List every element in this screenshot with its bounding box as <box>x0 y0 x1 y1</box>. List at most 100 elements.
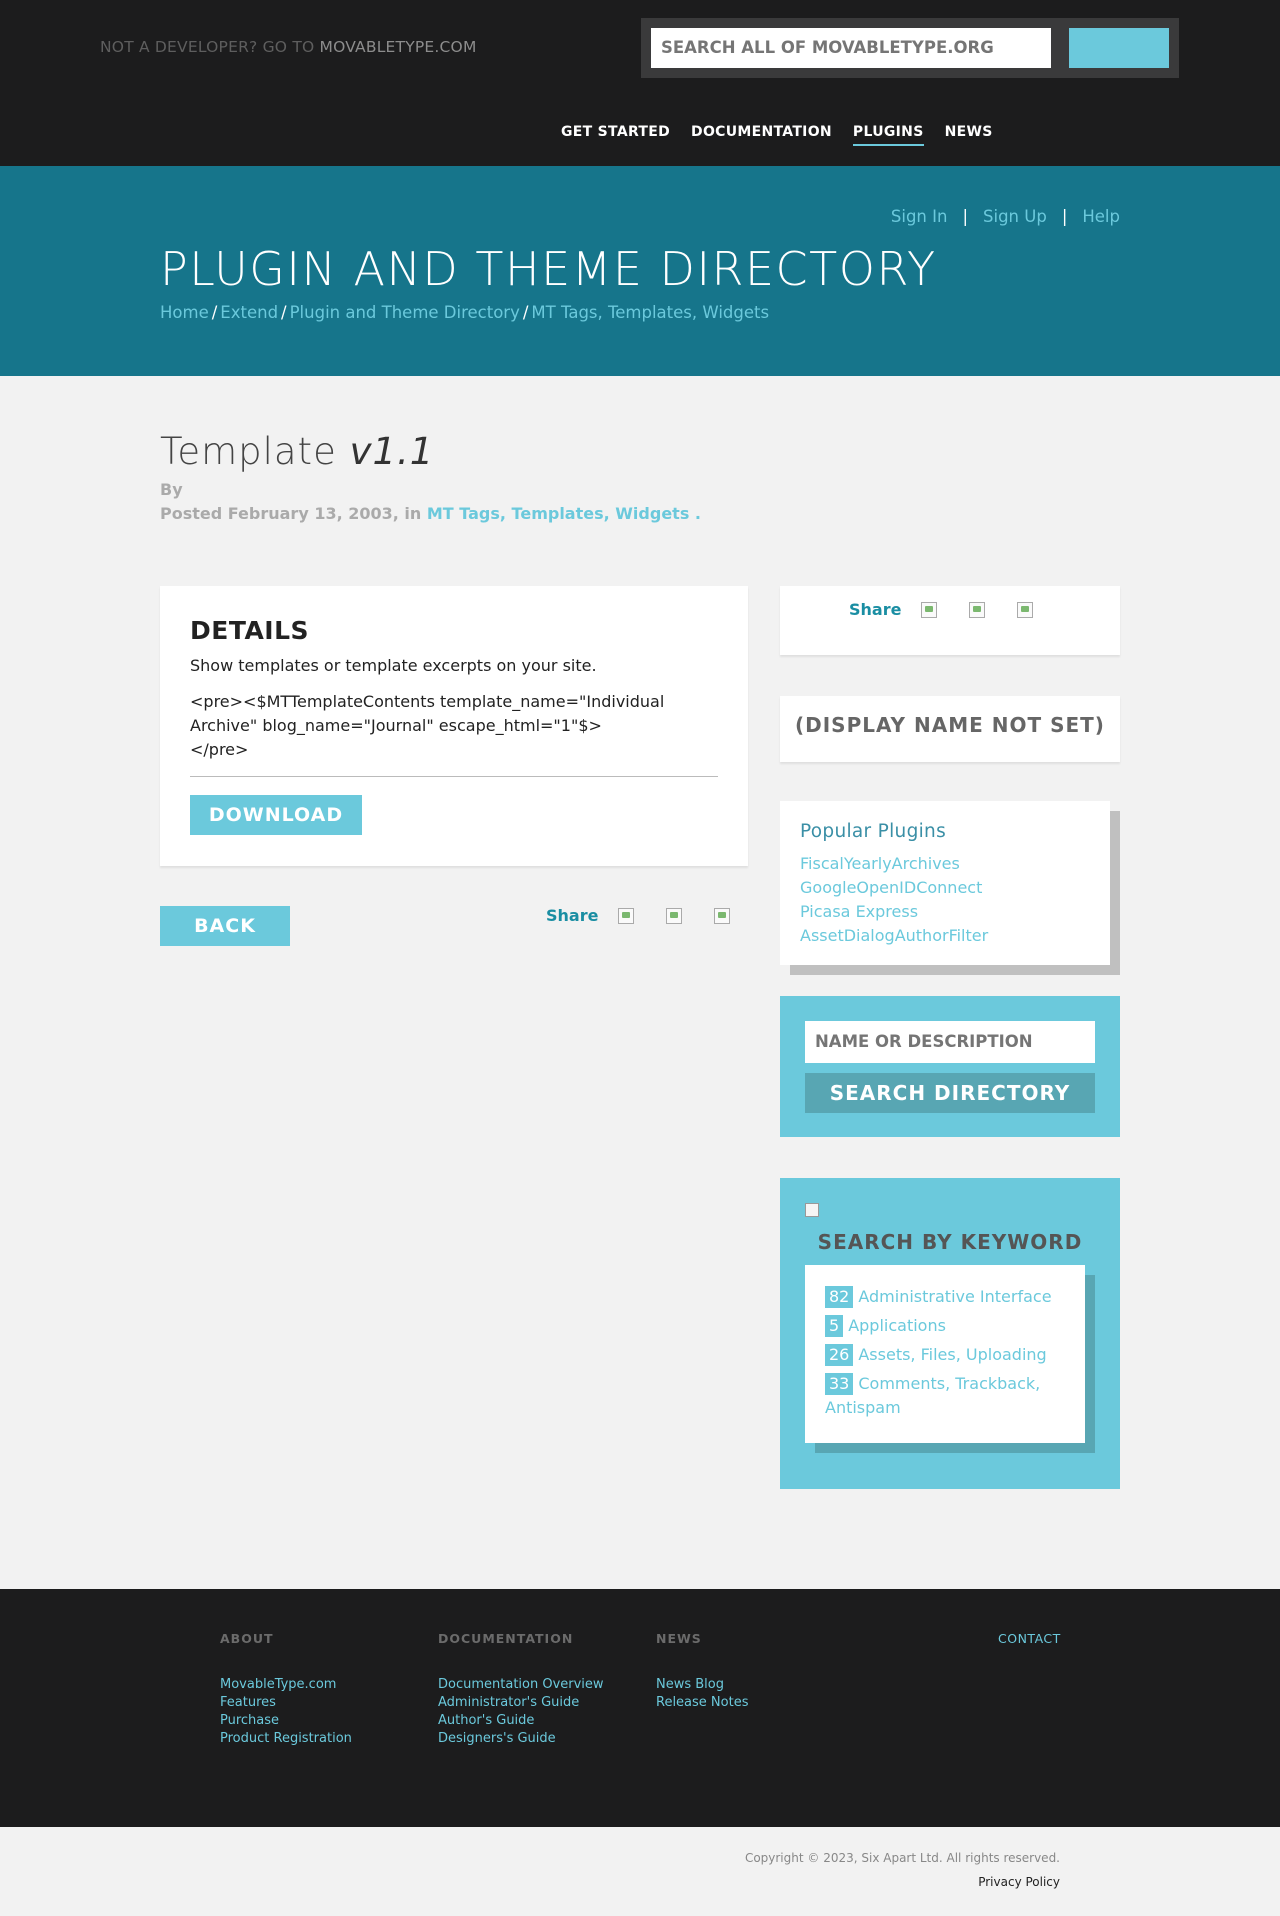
separator: | <box>962 207 969 226</box>
footer-link[interactable]: Author's Guide <box>438 1712 604 1730</box>
not-developer-text: NOT A DEVELOPER? GO TO <box>100 38 315 56</box>
account-links: Sign In | Sign Up | Help <box>891 207 1120 226</box>
entry-categories-link[interactable]: MT Tags, Templates, Widgets <box>427 504 689 523</box>
keyword-label[interactable]: Administrative Interface <box>858 1287 1051 1306</box>
popular-plugins-list: FiscalYearlyArchives GoogleOpenIDConnect… <box>800 852 988 948</box>
keyword-list: 82 Administrative Interface 5 Applications… <box>825 1285 1075 1425</box>
author-card: (DISPLAY NAME NOT SET) <box>780 696 1120 762</box>
popular-plugin-link[interactable]: AssetDialogAuthorFilter <box>800 924 988 948</box>
footer-docs-heading: DOCUMENTATION <box>438 1631 574 1646</box>
footer-news-heading: NEWS <box>656 1631 702 1646</box>
breadcrumb-separator: / <box>211 303 218 322</box>
keyword-search-title: SEARCH BY KEYWORD <box>817 1230 1083 1254</box>
footer-link[interactable]: Documentation Overview <box>438 1676 604 1694</box>
share-facebook-icon[interactable] <box>921 601 938 618</box>
keyword-label[interactable]: Comments, Trackback, Antispam <box>825 1374 1040 1417</box>
sign-in-link[interactable]: Sign In <box>891 207 948 226</box>
share-label: Share <box>546 906 599 925</box>
keyword-card: 82 Administrative Interface 5 Applications… <box>805 1265 1085 1443</box>
privacy-policy-link[interactable]: Privacy Policy <box>978 1875 1060 1889</box>
share-email-icon[interactable] <box>714 907 731 924</box>
keyword-item[interactable]: 33 Comments, Trackback, Antispam <box>825 1372 1075 1420</box>
breadcrumb-directory[interactable]: Plugin and Theme Directory <box>290 303 520 322</box>
keyword-item[interactable]: 82 Administrative Interface <box>825 1285 1075 1309</box>
footer-link[interactable]: Designers's Guide <box>438 1730 604 1748</box>
search-directory-button[interactable]: SEARCH DIRECTORY <box>805 1073 1095 1113</box>
share-bar-top: Share <box>849 600 1065 619</box>
keyword-item[interactable]: 26 Assets, Files, Uploading <box>825 1343 1075 1367</box>
details-heading: DETAILS <box>190 616 310 645</box>
share-twitter-icon[interactable] <box>666 907 683 924</box>
breadcrumb-separator: / <box>281 303 287 322</box>
divider <box>190 776 718 777</box>
keyword-label[interactable]: Applications <box>848 1316 946 1335</box>
download-button[interactable]: DOWNLOAD <box>190 795 362 835</box>
footer-link[interactable]: News Blog <box>656 1676 748 1694</box>
breadcrumb-separator: / <box>522 303 529 322</box>
nav-get-started[interactable]: GET STARTED <box>561 124 670 146</box>
breadcrumb-category[interactable]: MT Tags, Templates, Widgets <box>531 303 769 322</box>
entry-posted: Posted February 13, 2003, in MT Tags, Te… <box>160 504 701 523</box>
broken-image-icon <box>805 1203 819 1217</box>
site-search <box>641 18 1179 78</box>
sign-up-link[interactable]: Sign Up <box>983 207 1047 226</box>
nav-documentation[interactable]: DOCUMENTATION <box>691 124 832 146</box>
posted-date: Posted February 13, 2003, in <box>160 504 422 523</box>
footer-link[interactable]: Features <box>220 1694 352 1712</box>
entry-title: Template v1.1 <box>160 430 434 473</box>
breadcrumb-extend[interactable]: Extend <box>220 303 278 322</box>
footer-link[interactable]: Product Registration <box>220 1730 352 1748</box>
breadcrumb: Home / Extend / Plugin and Theme Directory / M… <box>160 303 769 322</box>
popular-plugins-card: Popular Plugins FiscalYearlyArchives Goo… <box>780 801 1110 965</box>
separator: | <box>1061 207 1068 226</box>
footer-link[interactable]: Purchase <box>220 1712 352 1730</box>
details-description: Show templates or template excerpts on y… <box>190 656 597 675</box>
share-card <box>780 586 1120 655</box>
movabletype-com-link[interactable]: MOVABLETYPE.COM <box>320 38 477 56</box>
keyword-search-box: SEARCH BY KEYWORD 82 Administrative Inter… <box>780 1178 1120 1489</box>
share-bar-bottom: Share <box>546 906 762 925</box>
popular-plugin-link[interactable]: GoogleOpenIDConnect <box>800 876 988 900</box>
page-title: PLUGIN AND THEME DIRECTORY <box>160 242 937 296</box>
keyword-count-badge: 5 <box>825 1315 844 1337</box>
not-developer-notice: NOT A DEVELOPER? GO TO MOVABLETYPE.COM <box>100 38 477 56</box>
share-label: Share <box>849 600 902 619</box>
posted-suffix: . <box>694 504 701 523</box>
details-card: DETAILS Show templates or template excer… <box>160 586 748 866</box>
popular-plugin-link[interactable]: Picasa Express <box>800 900 988 924</box>
directory-search-input[interactable] <box>805 1021 1095 1063</box>
footer-about: ABOUT MovableType.com Features Purchase … <box>220 1631 352 1748</box>
copyright: Copyright © 2023, Six Apart Ltd. All rig… <box>744 1851 1060 1865</box>
keyword-count-badge: 82 <box>825 1286 854 1308</box>
footer-documentation: DOCUMENTATION Documentation Overview Adm… <box>438 1631 604 1748</box>
details-code: <pre><$MTTemplateContents template_name=… <box>190 692 665 759</box>
nav-plugins[interactable]: PLUGINS <box>852 124 924 146</box>
footer: ABOUT MovableType.com Features Purchase … <box>0 1589 1280 1827</box>
popular-plugins-title: Popular Plugins <box>800 821 947 842</box>
author-display-name: (DISPLAY NAME NOT SET) <box>795 713 1105 737</box>
share-email-icon[interactable] <box>1017 601 1034 618</box>
entry-byline: By <box>160 480 183 499</box>
share-facebook-icon[interactable] <box>618 907 635 924</box>
site-search-input[interactable] <box>651 28 1051 68</box>
keyword-label[interactable]: Assets, Files, Uploading <box>858 1345 1046 1364</box>
nav-news[interactable]: NEWS <box>945 124 993 146</box>
entry-name: Template <box>160 430 337 473</box>
footer-link[interactable]: MovableType.com <box>220 1676 352 1694</box>
footer-link[interactable]: Administrator's Guide <box>438 1694 604 1712</box>
footer-news: NEWS News Blog Release Notes <box>656 1631 748 1712</box>
popular-plugin-link[interactable]: FiscalYearlyArchives <box>800 852 988 876</box>
share-twitter-icon[interactable] <box>969 601 986 618</box>
main-nav: GET STARTED DOCUMENTATION PLUGINS NEWS <box>561 124 1014 146</box>
help-link[interactable]: Help <box>1082 207 1120 226</box>
footer-link[interactable]: Release Notes <box>656 1694 748 1712</box>
footer-contact-link[interactable]: CONTACT <box>998 1631 1061 1646</box>
footer-about-heading: ABOUT <box>220 1631 274 1646</box>
hero-banner: Sign In | Sign Up | Help PLUGIN AND THEME DI… <box>0 166 1280 376</box>
back-button[interactable]: BACK <box>160 906 290 946</box>
keyword-count-badge: 26 <box>825 1344 854 1366</box>
keyword-item[interactable]: 5 Applications <box>825 1314 1075 1338</box>
breadcrumb-home[interactable]: Home <box>160 303 209 322</box>
directory-search: SEARCH DIRECTORY <box>780 996 1120 1137</box>
site-search-button[interactable] <box>1069 28 1169 68</box>
